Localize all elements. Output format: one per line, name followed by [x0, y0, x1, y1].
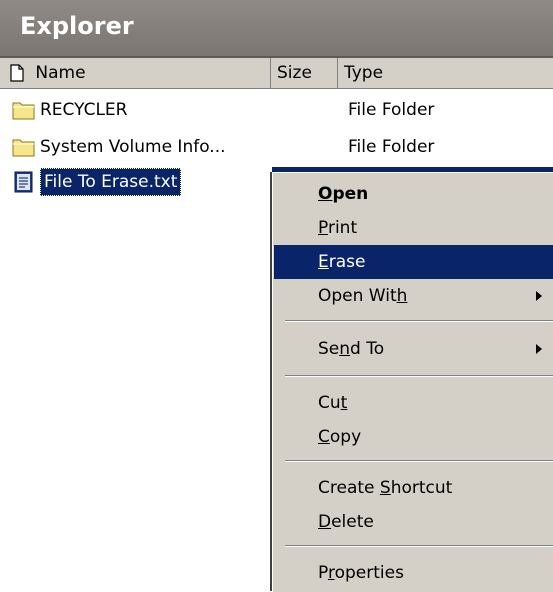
document-icon	[10, 64, 24, 82]
menu-item-copy[interactable]: Copy	[274, 420, 553, 454]
file-name: File To Erase.txt	[40, 168, 182, 196]
menu-item-delete[interactable]: Delete	[274, 505, 553, 539]
submenu-arrow-icon	[536, 291, 542, 301]
column-header-type-label: Type	[344, 63, 384, 83]
menu-item-print[interactable]: Print	[274, 211, 553, 245]
file-name: System Volume Info...	[40, 137, 226, 157]
menu-item-properties[interactable]: Properties	[274, 556, 553, 590]
menu-item-cut[interactable]: Cut	[274, 386, 553, 420]
folder-icon	[12, 102, 35, 120]
window-title: Explorer	[20, 12, 134, 40]
explorer-window: Explorer Name Size Type RECYCLER File Fo…	[0, 0, 553, 592]
column-headers: Name Size Type	[0, 58, 553, 89]
menu-separator	[285, 375, 553, 377]
menu-item-open[interactable]: Open	[274, 177, 553, 211]
context-menu: Open Print Erase Open With Send To Cut C…	[272, 172, 553, 592]
column-header-name[interactable]: Name	[10, 58, 268, 88]
submenu-arrow-icon	[536, 344, 542, 354]
menu-item-create-shortcut[interactable]: Create Shortcut	[274, 471, 553, 505]
column-header-name-label: Name	[35, 63, 86, 83]
menu-separator	[285, 460, 553, 462]
file-name: RECYCLER	[40, 100, 128, 120]
column-header-size-label: Size	[277, 63, 312, 83]
file-type: File Folder	[348, 137, 435, 157]
menu-separator	[285, 320, 553, 322]
menu-item-send-to[interactable]: Send To	[274, 332, 553, 366]
title-bar[interactable]: Explorer	[0, 0, 553, 58]
menu-item-erase[interactable]: Erase	[274, 245, 553, 279]
text-file-icon	[14, 171, 33, 193]
folder-icon	[12, 139, 35, 157]
file-type: File Folder	[348, 100, 435, 120]
column-header-type[interactable]: Type	[338, 58, 548, 88]
column-header-size[interactable]: Size	[270, 58, 338, 88]
menu-separator	[285, 545, 553, 547]
menu-item-open-with[interactable]: Open With	[274, 279, 553, 313]
